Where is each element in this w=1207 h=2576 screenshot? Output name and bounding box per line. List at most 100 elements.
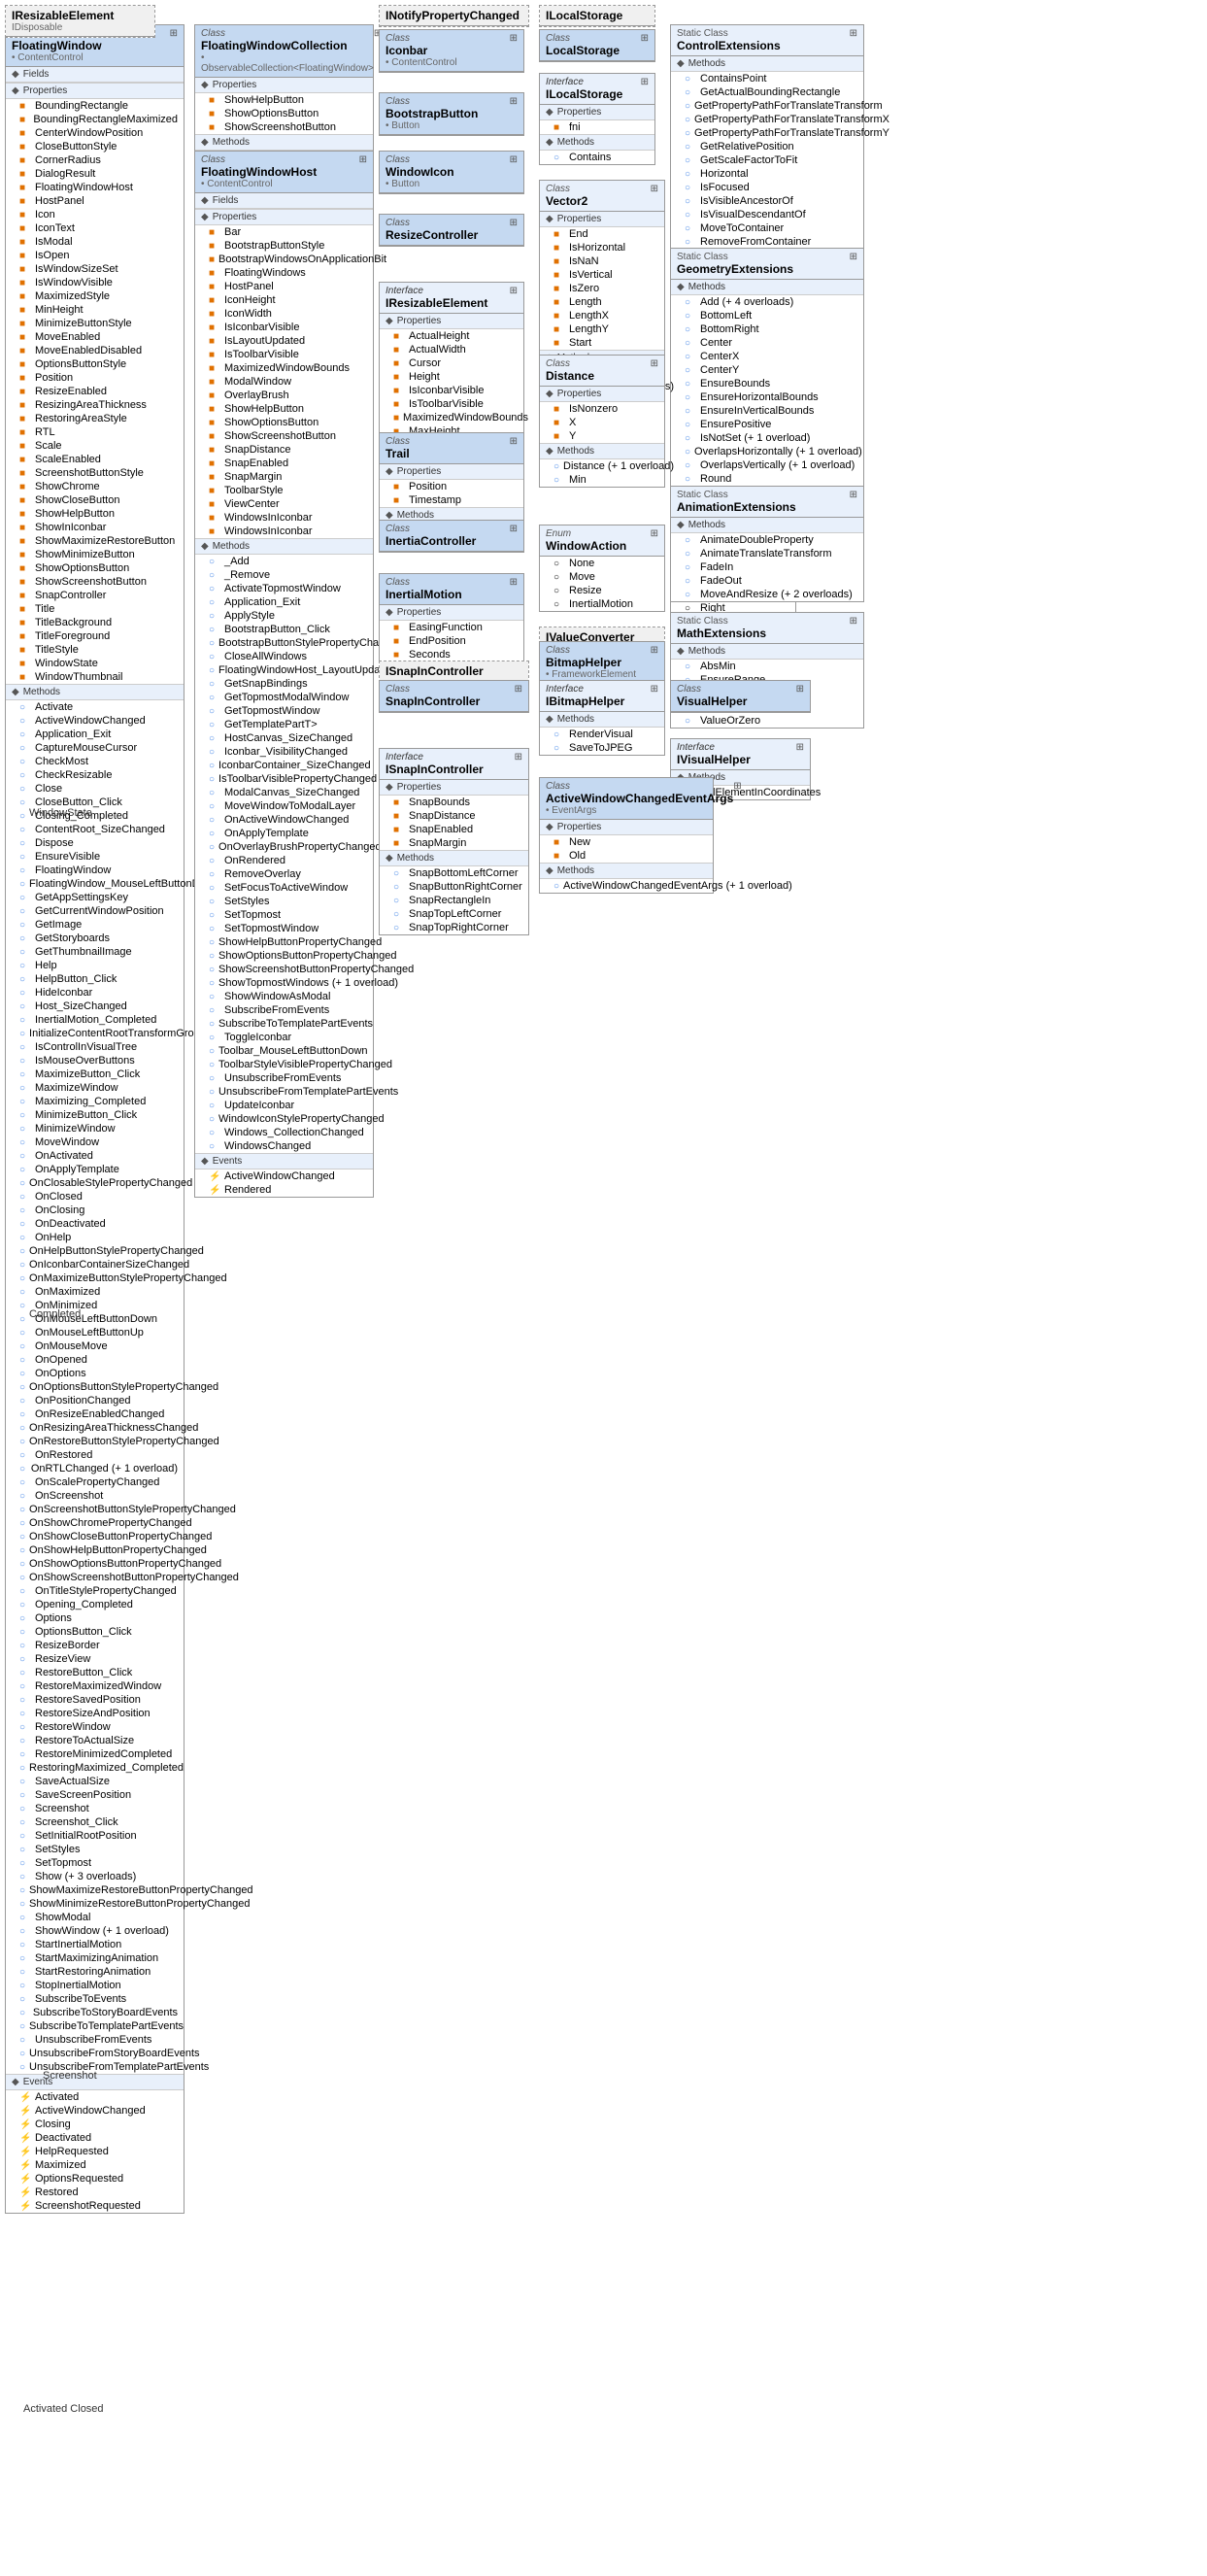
awe-ctor: ○ActiveWindowChangedEventArgs (+ 1 overl… (540, 879, 713, 893)
meth-on-closing: ○OnClosing (6, 1203, 184, 1217)
animation-ext-static: Static Class (677, 490, 796, 500)
active-window-event-name: ActiveWindowChangedEventArgs (546, 792, 733, 805)
active-window-event-type: Class (546, 781, 733, 792)
fwh-unsubscribe-template: ○UnsubscribeFromTemplatePartEvents (195, 1085, 373, 1099)
fw-host-expand[interactable]: ⊞ (359, 154, 367, 165)
meth-help: ○Help (6, 959, 184, 972)
control-ext-expand[interactable]: ⊞ (850, 28, 857, 39)
meth-on-closed: ○OnClosed (6, 1190, 184, 1203)
trail-expand[interactable]: ⊞ (510, 436, 518, 447)
ge-ensure-vertical: ○EnsureInVerticalBounds (671, 404, 863, 418)
window-icon-expand[interactable]: ⊞ (510, 154, 518, 165)
vector2-expand[interactable]: ⊞ (651, 184, 658, 194)
bootstrap-btn-expand[interactable]: ⊞ (510, 96, 518, 107)
ce-get-relative-pos: ○GetRelativePosition (671, 140, 863, 153)
isnap-in-header: Interface ISnapInController ⊞ (380, 749, 528, 780)
isi-snap-top-left: ○SnapTopLeftCorner (380, 907, 528, 921)
fw-col-show-help: ■ShowHelpButton (195, 93, 373, 107)
ilocalstorage-expand[interactable]: ⊞ (641, 77, 649, 87)
animation-ext-expand[interactable]: ⊞ (850, 490, 857, 500)
fwh-modal-window: ■ModalWindow (195, 375, 373, 389)
geometry-ext-expand[interactable]: ⊞ (850, 252, 857, 262)
fwh-set-topmost-window: ○SetTopmostWindow (195, 922, 373, 935)
ae-animate-double: ○AnimateDoubleProperty (671, 533, 863, 547)
meth-init-content-root: ○InitializeContentRootTransformGroup (6, 1027, 184, 1040)
fwh-snap-distance: ■SnapDistance (195, 443, 373, 457)
ibitmap-helper-iface-expand[interactable]: ⊞ (651, 684, 658, 695)
window-action-expand[interactable]: ⊞ (651, 528, 658, 539)
meth-on-help: ○OnHelp (6, 1231, 184, 1244)
floating-window-expand[interactable]: ⊞ (170, 28, 178, 39)
prop-maximized-style: ■MaximizedStyle (6, 289, 184, 303)
meth-close: ○Close (6, 782, 184, 796)
ce-get-prop-path-translate: ○GetPropertyPathForTranslateTransform (671, 99, 863, 113)
iconbar-expand[interactable]: ⊞ (510, 33, 518, 44)
distance-expand[interactable]: ⊞ (651, 358, 658, 369)
prop-title-foreground: ■TitleForeground (6, 629, 184, 643)
meth-on-title-style: ○OnTitleStylePropertyChanged (6, 1584, 184, 1598)
fw-collection-subtitle: • ObservableCollection<FloatingWindow> (201, 52, 374, 74)
fw-host-methods: ◆ Methods (195, 538, 373, 555)
ivisual-helper-expand[interactable]: ⊞ (796, 742, 804, 753)
prop-minimize-btn-style: ■MinimizeButtonStyle (6, 317, 184, 330)
active-window-event-subtitle: • EventArgs (546, 805, 733, 816)
inertial-motion-expand[interactable]: ⊞ (510, 577, 518, 588)
bitmap-helper-expand[interactable]: ⊞ (651, 645, 658, 656)
bootstrap-btn-header: Class BootstrapButton • Button ⊞ (380, 93, 523, 135)
prop-show-min-btn: ■ShowMinimizeButton (6, 548, 184, 561)
iconbar-type: Class (386, 33, 457, 44)
visual-helper-expand[interactable]: ⊞ (796, 684, 804, 695)
math-ext-expand[interactable]: ⊞ (850, 616, 857, 627)
meth-get-current-pos: ○GetCurrentWindowPosition (6, 904, 184, 918)
meth-stop-inertial: ○StopInertialMotion (6, 1979, 184, 1992)
meth-get-image: ○GetImage (6, 918, 184, 932)
me-value-or-zero: ○ValueOrZero (671, 714, 863, 728)
iresizable-props: ◆ Properties (380, 314, 523, 329)
diagram-container: Class FloatingWindow • ContentControl ⊞ … (0, 0, 1207, 2576)
inertial-motion-header: Class InertialMotion ⊞ (380, 574, 523, 605)
ire-is-iconbar-visible: ■IsIconbarVisible (380, 384, 523, 397)
ire-is-toolbar-visible: ■IsToolbarVisible (380, 397, 523, 411)
localstorage-expand[interactable]: ⊞ (641, 33, 649, 44)
meth-help-btn-click: ○HelpButton_Click (6, 972, 184, 986)
ce-remove-from-container: ○RemoveFromContainer (671, 235, 863, 249)
meth-on-restore-btn-style: ○OnRestoreButtonStylePropertyChanged (6, 1435, 184, 1448)
snap-in-controller-expand[interactable]: ⊞ (515, 684, 522, 695)
fwh-event-active-window: ⚡ActiveWindowChanged (195, 1169, 373, 1183)
fwh-icon-height: ■IconHeight (195, 293, 373, 307)
fw-collection-props: ◆ Properties (195, 78, 373, 93)
window-icon-type: Class (386, 154, 454, 165)
meth-is-mouse-over: ○IsMouseOverButtons (6, 1054, 184, 1068)
event-deactivated: ⚡Deactivated (6, 2131, 184, 2145)
fwh-is-toolbar-visible-prop: ○IsToolbarVisiblePropertyChanged (195, 772, 373, 786)
bitmap-helper-subtitle: • FrameworkElement (546, 669, 636, 680)
completed-label: Completed (29, 1308, 81, 1320)
active-window-event-expand[interactable]: ⊞ (733, 781, 741, 792)
meth-content-root: ○ContentRoot_SizeChanged (6, 823, 184, 836)
fwh-show-options-prop: ○ShowOptionsButtonPropertyChanged (195, 949, 373, 963)
fw-host-box: Class FloatingWindowHost • ContentContro… (194, 151, 374, 1198)
meth-move-window: ○MoveWindow (6, 1135, 184, 1149)
prop-window-state: ■WindowState (6, 657, 184, 670)
localstorage-name: LocalStorage (546, 44, 620, 57)
meth-check-most: ○CheckMost (6, 755, 184, 768)
iresizable-expand[interactable]: ⊞ (510, 286, 518, 296)
animation-ext-box: Static Class AnimationExtensions ⊞ ◆ Met… (670, 486, 864, 602)
ae-move-resize: ○MoveAndResize (+ 2 overloads) (671, 588, 863, 601)
wa-none: ○None (540, 557, 664, 570)
meth-host-size-changed: ○Host_SizeChanged (6, 1000, 184, 1013)
geometry-ext-header: Static Class GeometryExtensions ⊞ (671, 249, 863, 280)
bitmap-helper-box: Class BitmapHelper • FrameworkElement ⊞ (539, 641, 665, 685)
resize-controller-expand[interactable]: ⊞ (510, 218, 518, 228)
ge-center-y: ○CenterY (671, 363, 863, 377)
inertia-controller-expand[interactable]: ⊞ (510, 524, 518, 534)
v2-is-zero: ■IsZero (540, 282, 664, 295)
fwh-on-apply-template: ○OnApplyTemplate (195, 827, 373, 840)
awe-methods: ◆ Methods (540, 863, 713, 879)
isnap-in-expand[interactable]: ⊞ (515, 752, 522, 763)
meth-hide-iconbar: ○HideIconbar (6, 986, 184, 1000)
wa-inertial-motion: ○InertialMotion (540, 597, 664, 611)
geometry-ext-static: Static Class (677, 252, 793, 262)
ire-actual-height: ■ActualHeight (380, 329, 523, 343)
event-options-requested: ⚡OptionsRequested (6, 2172, 184, 2186)
